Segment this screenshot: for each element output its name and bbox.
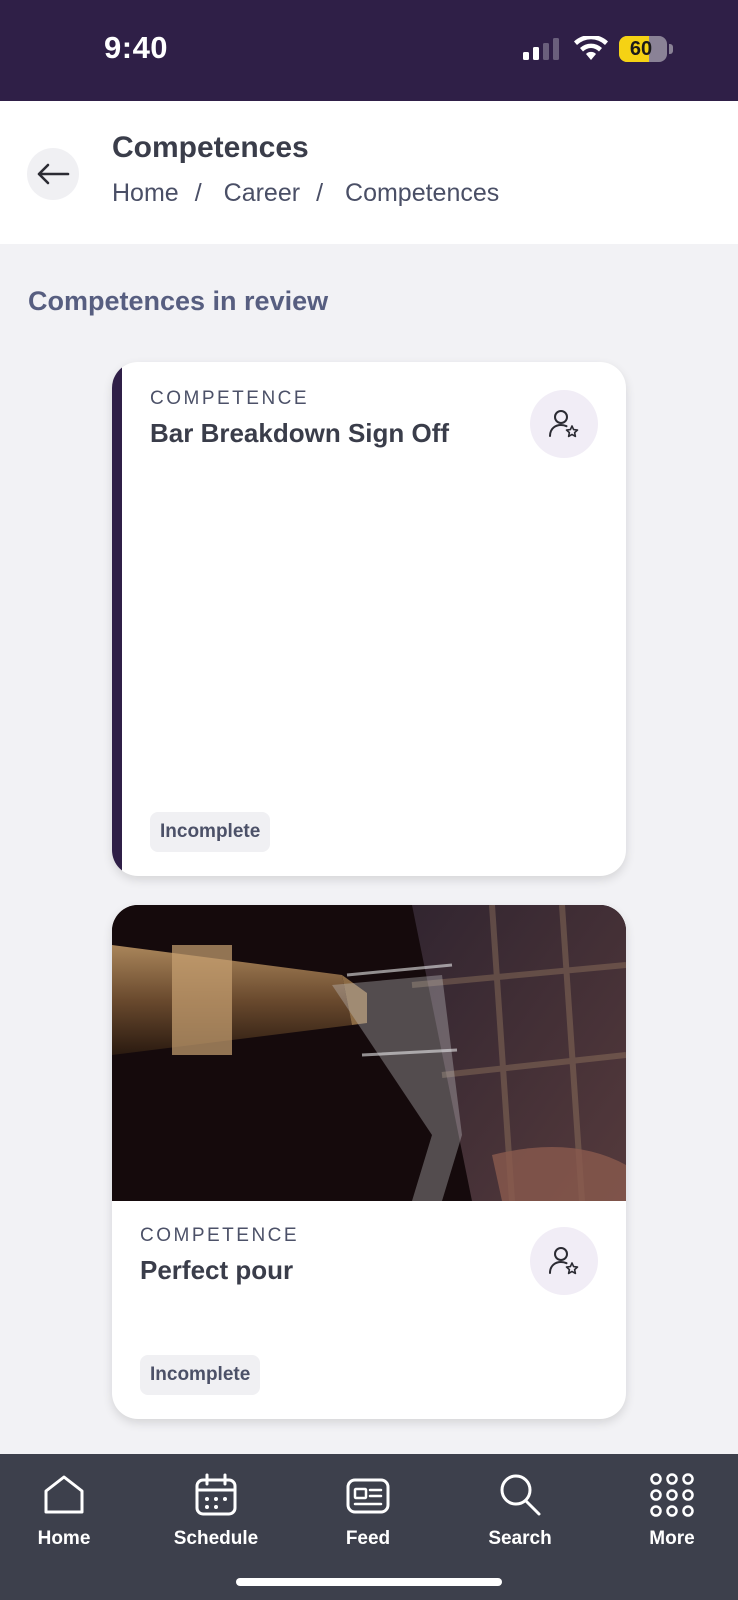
- card-label: COMPETENCE: [150, 388, 310, 409]
- pouring-drink-photo: [112, 905, 626, 1201]
- status-badge: Incomplete: [150, 812, 271, 852]
- card-accent-bar: [112, 362, 122, 876]
- card-label: COMPETENCE: [140, 1225, 300, 1246]
- home-icon: [44, 1475, 84, 1514]
- search-icon: [500, 1474, 541, 1516]
- nav-more[interactable]: More: [612, 1472, 732, 1550]
- nav-label: Home: [37, 1528, 91, 1549]
- card-title: Bar Breakdown Sign Off: [150, 418, 450, 448]
- battery-icon: 60: [619, 36, 667, 62]
- breadcrumb-home[interactable]: Home: [112, 179, 179, 208]
- nav-label: Schedule: [173, 1528, 259, 1549]
- calendar-icon: [195, 1473, 237, 1516]
- page-title: Competences: [112, 131, 309, 164]
- home-indicator[interactable]: [236, 1578, 502, 1586]
- breadcrumb-competences: Competences: [345, 179, 500, 207]
- nav-label: Search: [488, 1528, 552, 1549]
- breadcrumb-separator: /: [194, 179, 202, 207]
- nav-feed[interactable]: Feed: [308, 1472, 428, 1550]
- breadcrumb-separator: /: [316, 179, 324, 207]
- nav-search[interactable]: Search: [460, 1472, 580, 1550]
- card-title: Perfect pour: [140, 1255, 294, 1285]
- signal-icon: [523, 38, 559, 60]
- competence-card[interactable]: COMPETENCE Bar Breakdown Sign Off Incomp…: [112, 362, 626, 876]
- nav-schedule[interactable]: Schedule: [156, 1472, 276, 1550]
- status-time: 9:40: [104, 30, 169, 65]
- user-star-icon[interactable]: [530, 1227, 598, 1295]
- user-star-icon[interactable]: [530, 390, 598, 458]
- page-header: Competences Home / Career / Competences: [0, 101, 738, 244]
- back-button[interactable]: [27, 148, 79, 200]
- section-title: Competences in review: [28, 286, 329, 316]
- competence-card[interactable]: COMPETENCE Perfect pour Incomplete: [112, 905, 626, 1419]
- newspaper-icon: [346, 1478, 390, 1514]
- nav-label: More: [649, 1528, 695, 1549]
- breadcrumb: Home / Career / Competences: [112, 179, 499, 208]
- nav-label: Feed: [345, 1528, 391, 1549]
- status-badge: Incomplete: [140, 1355, 261, 1395]
- status-bar: 9:40 60: [0, 0, 738, 101]
- battery-level: 60: [629, 38, 653, 60]
- wifi-icon: [574, 36, 608, 60]
- breadcrumb-career[interactable]: Career: [224, 179, 300, 208]
- grid-dots-icon: [650, 1473, 694, 1517]
- arrow-left-icon: [37, 163, 70, 185]
- nav-home[interactable]: Home: [4, 1472, 124, 1550]
